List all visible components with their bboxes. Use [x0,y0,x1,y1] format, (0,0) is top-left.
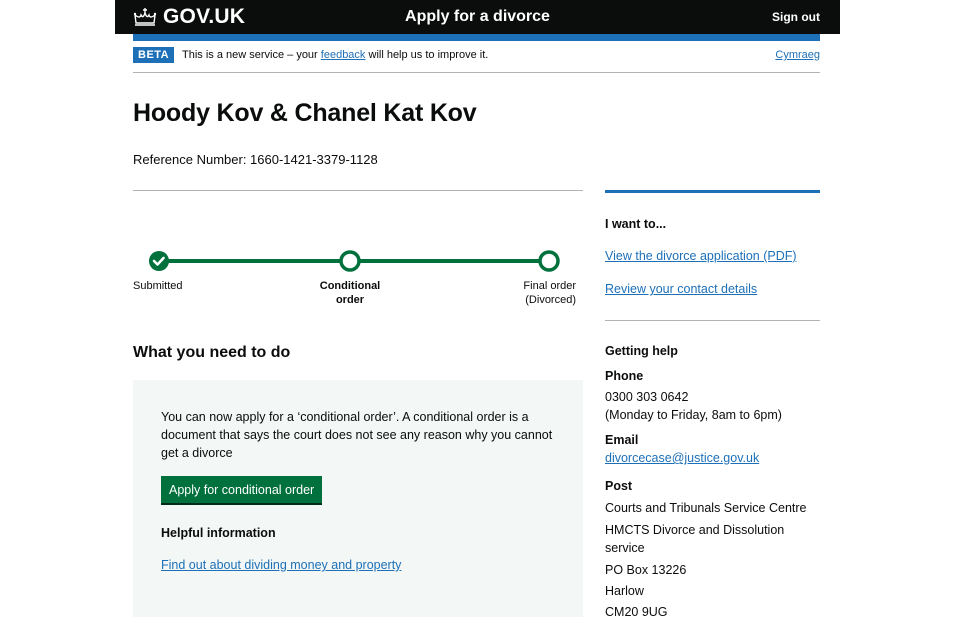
post-address-line: Courts and Tribunals Service Centre [605,501,807,515]
feedback-link[interactable]: feedback [321,49,366,61]
panel-description: You can now apply for a ‘conditional ord… [161,410,553,460]
step-label-submitted: Submitted [133,280,183,292]
cymraeg-link[interactable]: Cymraeg [775,49,820,61]
email-link[interactable]: divorcecase@justice.gov.uk [605,451,759,465]
step-label-conditional: Conditional order [319,280,381,306]
service-name[interactable]: Apply for a divorce [405,8,550,26]
phone-heading: Phone [605,369,644,383]
sidebar-divider [605,320,820,321]
action-panel: You can now apply for a ‘conditional ord… [133,380,583,617]
i-want-to-heading: I want to... [605,217,667,231]
step-conditional-circle [339,250,361,272]
view-application-pdf-link[interactable]: View the divorce application (PDF) [605,249,797,263]
post-address-line: HMCTS Divorce and Dissolution service [605,523,785,555]
phase-banner: BETA This is a new service – your feedba… [133,41,820,73]
phone-number: 0300 303 0642 [605,390,689,404]
progress-tracker: Submitted Conditional order Final order … [133,246,583,316]
progress-bar [149,250,560,272]
phase-banner-text: This is a new service – your feedback wi… [182,49,488,61]
what-you-need-to-do-heading: What you need to do [133,344,291,361]
phase-text-after: will help us to improve it. [365,49,489,61]
apply-conditional-order-button[interactable]: Apply for conditional order [161,476,323,503]
sidebar-top-border [605,190,820,193]
phone-hours: (Monday to Friday, 8am to 6pm) [605,408,782,422]
email-heading: Email [605,433,639,447]
post-heading: Post [605,479,633,493]
header-blue-bar [133,34,820,41]
page-title: Hoody Kov & Chanel Kat Kov [133,99,477,127]
post-address-line: PO Box 13226 [605,563,687,577]
post-address-line: CM20 9UG [605,605,668,619]
beta-tag: BETA [133,47,175,63]
step-label-final: Final order (Divorced) [523,280,576,306]
reference-number: Reference Number: 1660-1421-3379-1128 [133,152,378,167]
section-divider [133,190,583,191]
step-final-circle [538,250,560,272]
sign-out-link[interactable]: Sign out [772,10,820,24]
dividing-money-link[interactable]: Find out about dividing money and proper… [161,558,401,572]
getting-help-heading: Getting help [605,344,678,358]
phase-text-before: This is a new service – your [182,49,321,61]
post-address-line: Harlow [605,584,644,598]
review-contact-details-link[interactable]: Review your contact details [605,282,757,296]
helpful-information-heading: Helpful information [161,526,276,540]
govuk-header: GOV.UK Apply for a divorce Sign out [115,0,840,34]
